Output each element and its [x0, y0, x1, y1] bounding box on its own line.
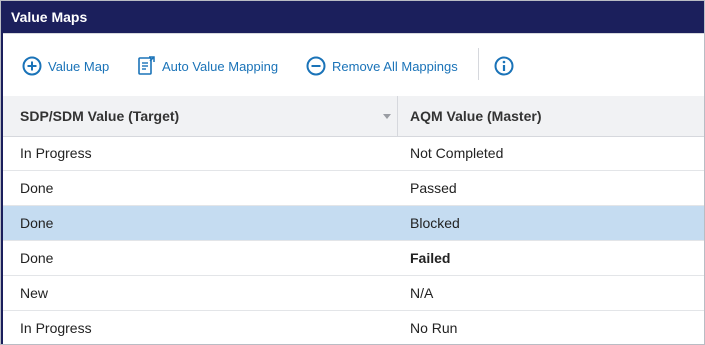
cell-master: Blocked	[410, 215, 460, 231]
cell-target: Done	[20, 215, 54, 231]
info-button[interactable]	[493, 55, 515, 77]
toolbar-separator	[478, 48, 479, 80]
cell-master: N/A	[410, 285, 434, 301]
add-value-map-button[interactable]: Value Map	[21, 55, 109, 77]
table-header: SDP/SDM Value (Target) AQM Value (Master…	[3, 96, 704, 137]
cell-target: Done	[20, 250, 54, 266]
column-divider[interactable]	[397, 96, 398, 136]
table-row[interactable]: Done Failed	[3, 241, 704, 276]
column-header-target[interactable]: SDP/SDM Value (Target)	[20, 96, 179, 136]
cell-target: In Progress	[20, 320, 92, 336]
auto-value-mapping-button[interactable]: Auto Value Mapping	[135, 55, 278, 77]
minus-circle-icon	[305, 55, 327, 77]
auto-value-mapping-label: Auto Value Mapping	[162, 58, 279, 74]
remove-all-mappings-label: Remove All Mappings	[332, 58, 458, 74]
cell-target: New	[20, 285, 49, 301]
cell-master: Failed	[410, 250, 451, 266]
cell-master: Passed	[410, 180, 457, 196]
auto-map-icon	[135, 55, 157, 77]
table-row[interactable]: Done Passed	[3, 171, 704, 206]
panel-titlebar: Value Maps	[1, 1, 704, 34]
column-header-master[interactable]: AQM Value (Master)	[410, 96, 541, 136]
value-maps-panel: Value Maps Value Map Auto Value Mapping …	[0, 0, 705, 345]
cell-master: Not Completed	[410, 145, 504, 161]
cell-target: In Progress	[20, 145, 92, 161]
cell-master: No Run	[410, 320, 458, 336]
cell-target: Done	[20, 180, 54, 196]
table-row[interactable]: New N/A	[3, 276, 704, 311]
column-menu-arrow-icon[interactable]	[379, 108, 395, 124]
info-icon	[493, 55, 515, 77]
add-value-map-label: Value Map	[48, 58, 110, 74]
table-row[interactable]: In Progress Not Completed	[3, 136, 704, 171]
table-row[interactable]: In Progress No Run	[3, 311, 704, 344]
panel-title: Value Maps	[11, 9, 88, 25]
remove-all-mappings-button[interactable]: Remove All Mappings	[305, 55, 458, 77]
plus-circle-icon	[21, 55, 43, 77]
table-row-selected[interactable]: Done Blocked	[3, 206, 704, 241]
toolbar: Value Map Auto Value Mapping Remove All …	[3, 34, 704, 94]
